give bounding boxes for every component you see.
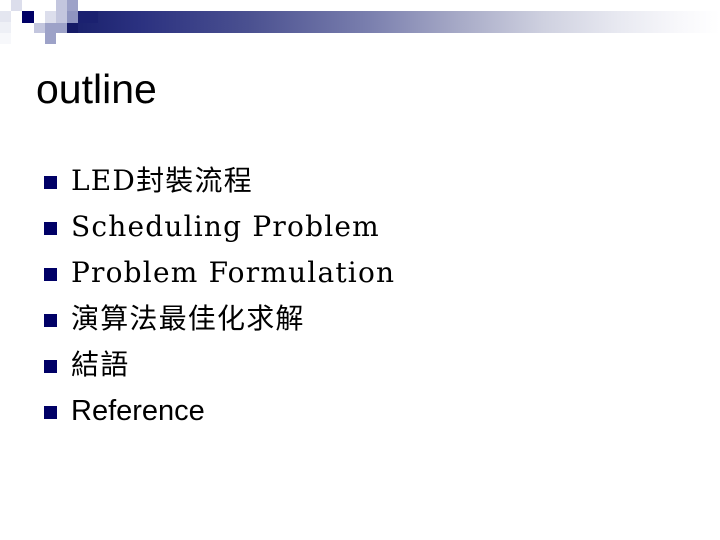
page-title: outline [36,66,157,112]
checker-square [22,0,34,11]
header-bar-cap [78,11,98,23]
checker-square [45,33,56,44]
outline-bullet-list: LED封裝流程 Scheduling Problem Problem Formu… [44,158,684,434]
presentation-slide: outline LED封裝流程 Scheduling Problem Probl… [0,0,720,540]
bullet-square-icon [44,268,57,281]
list-item-label: Problem Formulation [71,256,396,289]
checker-square [0,11,11,22]
checker-square [11,33,22,44]
header-gradient-bar [45,11,720,33]
checker-square [0,22,11,33]
checker-square [34,11,45,23]
list-item-label: Reference [71,395,205,427]
list-item-label: 演算法最佳化求解 [71,302,305,335]
list-item[interactable]: Reference [44,388,684,434]
checker-square [22,33,34,44]
checker-square [45,0,56,11]
checker-square-accent [22,11,34,23]
list-item[interactable]: 演算法最佳化求解 [44,296,684,342]
checker-square [0,0,11,11]
list-item[interactable]: Problem Formulation [44,250,684,296]
bullet-square-icon [44,314,57,327]
checker-square [22,23,34,33]
bullet-square-icon [44,222,57,235]
checker-square [67,11,78,23]
list-item[interactable]: Scheduling Problem [44,204,684,250]
checker-square [56,0,67,11]
list-item[interactable]: 結語 [44,342,684,388]
checker-square [67,33,78,44]
list-item[interactable]: LED封裝流程 [44,158,684,204]
checker-square [45,23,56,33]
checker-square [56,33,67,44]
checker-square-accent [67,23,78,33]
checker-square [11,11,22,22]
checker-square [34,33,45,44]
header-decoration [0,0,720,46]
checker-square [11,22,22,33]
checker-square [56,11,67,23]
checker-square [56,23,67,33]
bullet-square-icon [44,176,57,189]
checker-square [11,0,22,11]
bullet-square-icon [44,360,57,373]
bullet-square-icon [44,406,57,419]
list-item-label: Scheduling Problem [71,210,380,243]
checker-square [45,11,56,23]
checker-square [34,23,45,33]
list-item-label: LED封裝流程 [71,164,253,197]
checker-square [34,0,45,11]
checker-square [67,0,78,11]
checker-square [0,33,11,44]
list-item-label: 結語 [71,348,130,381]
